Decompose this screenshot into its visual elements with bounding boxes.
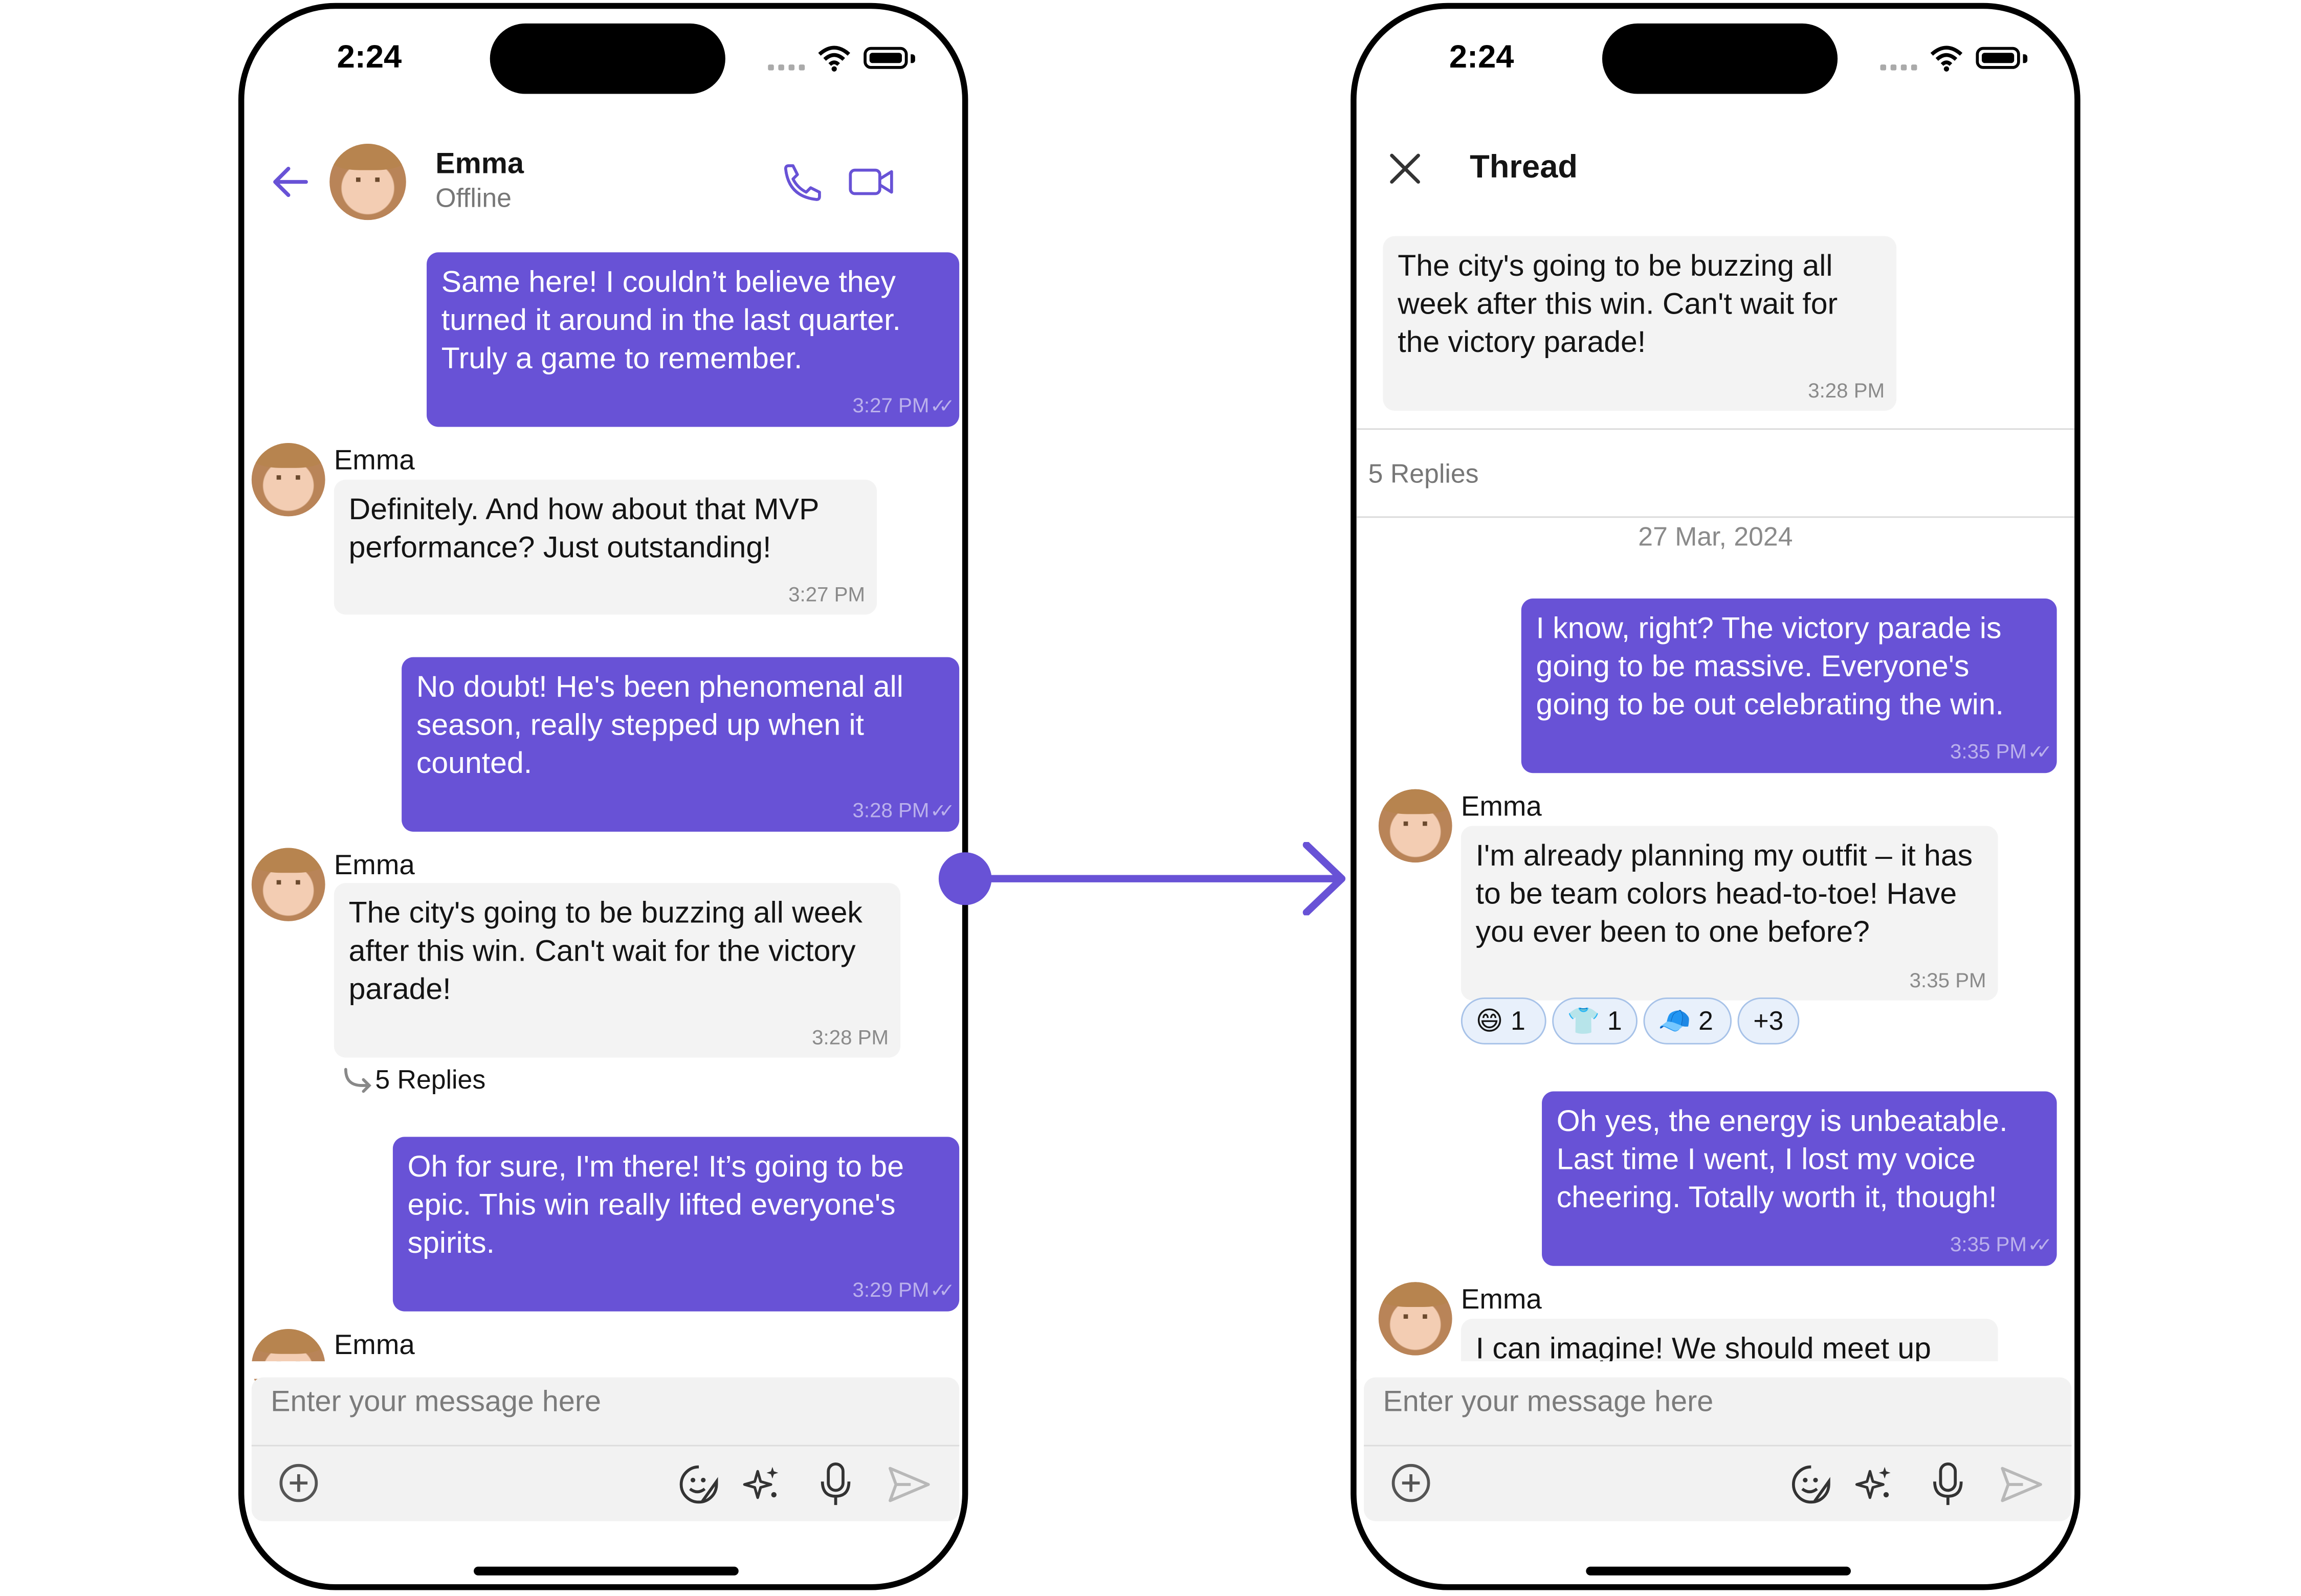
message-text: Definitely. And how about that MVP perfo… [348,493,819,565]
thread-parent-message: The city's going to be buzzing all week … [1383,236,1897,411]
message-time: 3:27 PM [853,393,948,418]
video-call-icon[interactable] [848,164,895,199]
sender-name: Emma [334,446,415,477]
message-bubble-incoming[interactable]: The city's going to be buzzing all week … [334,883,901,1058]
microphone-icon[interactable] [1929,1461,1967,1508]
reaction-more-chip[interactable]: +3 [1737,997,1800,1045]
date-separator: 27 Mar, 2024 [1638,522,1793,552]
sticker-icon[interactable] [677,1462,721,1506]
send-icon[interactable] [1999,1466,2043,1504]
message-bubble-outgoing[interactable]: No doubt! He's been phenomenal all seaso… [402,657,960,832]
dynamic-island [490,23,725,94]
signal-icon [1880,61,1919,71]
sender-name: Emma [1461,1285,1542,1316]
message-time: 3:35 PM [1950,1232,2045,1257]
message-time: 3:35 PM [1909,968,1986,992]
battery-icon [864,47,908,69]
sticker-icon[interactable] [1789,1462,1833,1506]
message-time: 3:28 PM [853,798,948,823]
composer-divider [1364,1445,2072,1447]
signal-icon [768,61,806,71]
page-title: Thread [1470,148,1578,185]
reaction-emoji: 🧢 [1658,1006,1691,1036]
illustration-canvas: 2:24 Emma Offline Same here! I couldn’t … [0,0,2301,1596]
thread-replies-link[interactable]: 5 Replies [375,1065,485,1096]
microphone-icon[interactable] [816,1461,855,1508]
dynamic-island [1602,23,1838,94]
message-bubble-outgoing[interactable]: I know, right? The victory parade is goi… [1521,598,2057,773]
add-attachment-icon[interactable] [278,1462,320,1503]
composer-divider [251,1445,960,1447]
avatar[interactable] [329,144,406,220]
ai-sparkle-icon[interactable] [1852,1462,1896,1506]
list-fade [1356,1361,2075,1379]
message-text: No doubt! He's been phenomenal all seaso… [416,670,903,781]
message-bubble-outgoing[interactable]: Oh yes, the energy is unbeatable. Last t… [1542,1091,2057,1266]
message-time: 3:27 PM [788,582,866,606]
message-time: 3:28 PM [812,1025,889,1049]
message-time: 3:29 PM [853,1278,948,1303]
reaction-chip[interactable]: 😄 1 [1461,997,1546,1045]
reaction-count: +3 [1753,1006,1784,1036]
reaction-count: 2 [1698,1006,1713,1036]
connector-arrow-icon [938,842,1346,916]
status-time: 2:24 [337,38,402,75]
phone-call-icon[interactable] [780,161,824,205]
reaction-chip[interactable]: 🧢 2 [1643,997,1732,1045]
message-text: I can imagine! We should meet up [1475,1332,1931,1366]
message-text: The city's going to be buzzing all week … [1398,249,1838,360]
message-text: I'm already planning my outfit – it has … [1475,839,1973,949]
message-time: 3:28 PM [1808,378,1885,402]
message-time: 3:35 PM [1950,739,2045,764]
status-time: 2:24 [1449,38,1514,75]
sender-name: Emma [334,1330,415,1362]
battery-icon [1976,47,2020,69]
divider [1356,516,2075,518]
wifi-icon [818,46,850,72]
reaction-emoji: 😄 [1475,1006,1503,1036]
reaction-chip[interactable]: 👕 1 [1552,997,1638,1045]
message-input[interactable]: Enter your message here [1383,1386,1713,1420]
phone-thread-screen: 2:24 Thread The city's going to be buzzi… [1351,3,2081,1590]
contact-status: Offline [435,183,512,213]
wifi-icon [1930,46,1963,72]
home-indicator [1586,1566,1851,1576]
divider [1356,428,2075,430]
sender-name: Emma [334,851,415,882]
battery-tip [911,54,915,63]
message-bubble-outgoing[interactable]: Oh for sure, I'm there! It’s going to be… [392,1137,960,1312]
avatar[interactable] [1378,789,1452,863]
message-bubble-outgoing[interactable]: Same here! I couldn’t believe they turne… [427,252,960,427]
reply-count: 5 Replies [1368,459,1479,489]
message-text: Oh for sure, I'm there! It’s going to be… [407,1150,904,1260]
close-icon[interactable] [1387,151,1423,186]
add-attachment-icon[interactable] [1390,1462,1432,1503]
back-arrow-icon[interactable] [271,164,309,199]
message-text: Oh yes, the energy is unbeatable. Last t… [1556,1104,2008,1215]
phone-chat-screen: 2:24 Emma Offline Same here! I couldn’t … [238,3,968,1590]
contact-name: Emma [435,148,524,181]
message-composer: Enter your message here [251,1377,960,1521]
list-fade [244,1361,962,1379]
sender-name: Emma [1461,792,1542,823]
message-input[interactable]: Enter your message here [271,1386,601,1420]
ai-sparkle-icon[interactable] [740,1462,784,1506]
battery-tip [2023,54,2028,63]
avatar[interactable] [251,443,325,517]
message-text: Same here! I couldn’t believe they turne… [441,265,901,376]
reaction-count: 1 [1511,1006,1525,1036]
send-icon[interactable] [887,1466,931,1504]
message-bubble-incoming[interactable]: I'm already planning my outfit – it has … [1461,826,1998,1001]
message-text: I know, right? The victory parade is goi… [1536,611,2004,722]
avatar[interactable] [1378,1282,1452,1356]
reaction-count: 1 [1607,1006,1622,1036]
message-text: The city's going to be buzzing all week … [348,896,862,1007]
home-indicator [474,1566,739,1576]
message-composer: Enter your message here [1364,1377,2072,1521]
reply-arrow-icon [344,1068,371,1093]
avatar[interactable] [251,848,325,921]
message-bubble-incoming[interactable]: Definitely. And how about that MVP perfo… [334,479,877,615]
reaction-emoji: 👕 [1566,1006,1600,1036]
